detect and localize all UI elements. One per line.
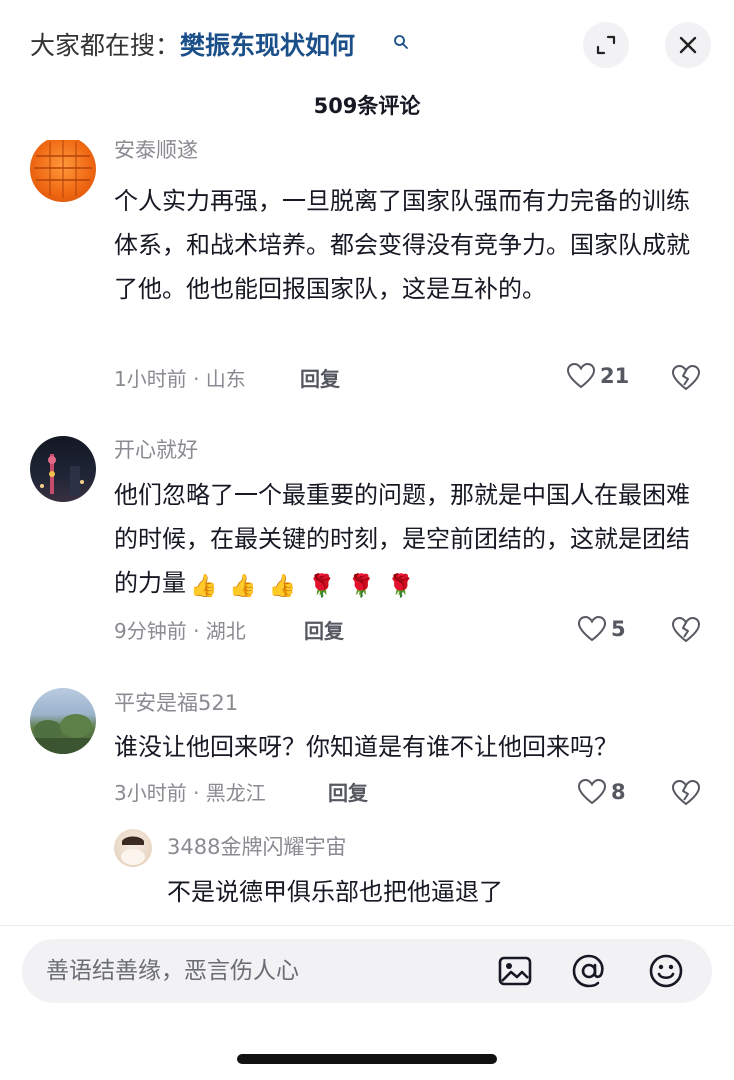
comment-emojis: 👍👍👍🌹🌹🌹 [190,574,427,599]
like-count: 8 [611,780,626,804]
comment-body: 个人实力再强，一旦脱离了国家队强而有力完备的训练体系，和战术培养。都会变得没有竞… [114,187,690,303]
avatar[interactable] [30,140,96,202]
heart-icon [566,362,596,389]
avatar[interactable] [30,688,96,754]
close-icon [679,36,697,54]
like-count: 5 [611,617,626,641]
home-indicator [237,1054,497,1064]
comment-input-placeholder[interactable]: 善语结善缘，恶言伤人心 [46,954,299,988]
avatar[interactable] [30,436,96,502]
expand-button[interactable] [583,22,629,68]
comment-list[interactable]: 安泰顺遂 个人实力再强，一旦脱离了国家队强而有力完备的训练体系，和战术培养。都会… [0,140,734,930]
comment-meta: 1小时前 · 山东 [114,367,246,391]
reply-username[interactable]: 3488金牌闪耀宇宙 [167,832,346,862]
reply-button[interactable]: 回复 [300,364,340,394]
expand-icon [596,35,616,55]
comment-meta: 3小时前 · 黑龙江 [114,781,266,805]
comment-count: 509条评论 [313,94,421,118]
reply-avatar-image [121,836,145,865]
reply-body: 不是说德甲俱乐部也把他逼退了 [167,878,503,906]
comment-username[interactable]: 平安是福521 [114,688,238,718]
search-icon[interactable] [393,34,409,50]
comment-username[interactable]: 安泰顺遂 [114,140,198,165]
comment-body: 他们忽略了一个最重要的问题，那就是中国人在最困难的时候，在最关键的时刻，是空前团… [114,473,704,605]
emoji-icon[interactable] [648,953,684,989]
close-button[interactable] [665,22,711,68]
lantern-image [34,140,92,198]
broken-heart-icon[interactable] [671,616,701,644]
like-button[interactable]: 8 [577,778,626,806]
reply-button[interactable]: 回复 [304,616,344,646]
image-icon[interactable] [497,953,533,989]
reply-avatar[interactable] [114,829,152,867]
like-button[interactable]: 5 [577,615,626,643]
search-hint-prefix: 大家都在搜： [30,31,181,60]
broken-heart-icon[interactable] [671,779,701,807]
heart-icon [577,615,607,642]
comment-username[interactable]: 开心就好 [114,435,198,465]
bottom-divider [0,925,734,926]
search-hint-query[interactable]: 樊振东现状如何 [180,31,355,60]
like-count: 21 [600,364,630,388]
reply-button[interactable]: 回复 [328,778,368,808]
trending-search-hint[interactable]: 大家都在搜：樊振东现状如何 [30,26,355,66]
comment-body: 谁没让他回来呀？你知道是有谁不让他回来吗？ [114,733,618,761]
like-button[interactable]: 21 [566,362,629,390]
night-tower-image [40,454,84,496]
broken-heart-icon[interactable] [671,364,701,392]
comment-meta: 9分钟前 · 湖北 [114,619,246,643]
comments-header: 大家都在搜：樊振东现状如何 509条评论 [0,0,734,140]
heart-icon [577,778,607,805]
comment-input-bar[interactable]: 善语结善缘，恶言伤人心 [22,939,712,1003]
at-icon[interactable] [571,953,607,989]
landscape-image [30,714,96,754]
